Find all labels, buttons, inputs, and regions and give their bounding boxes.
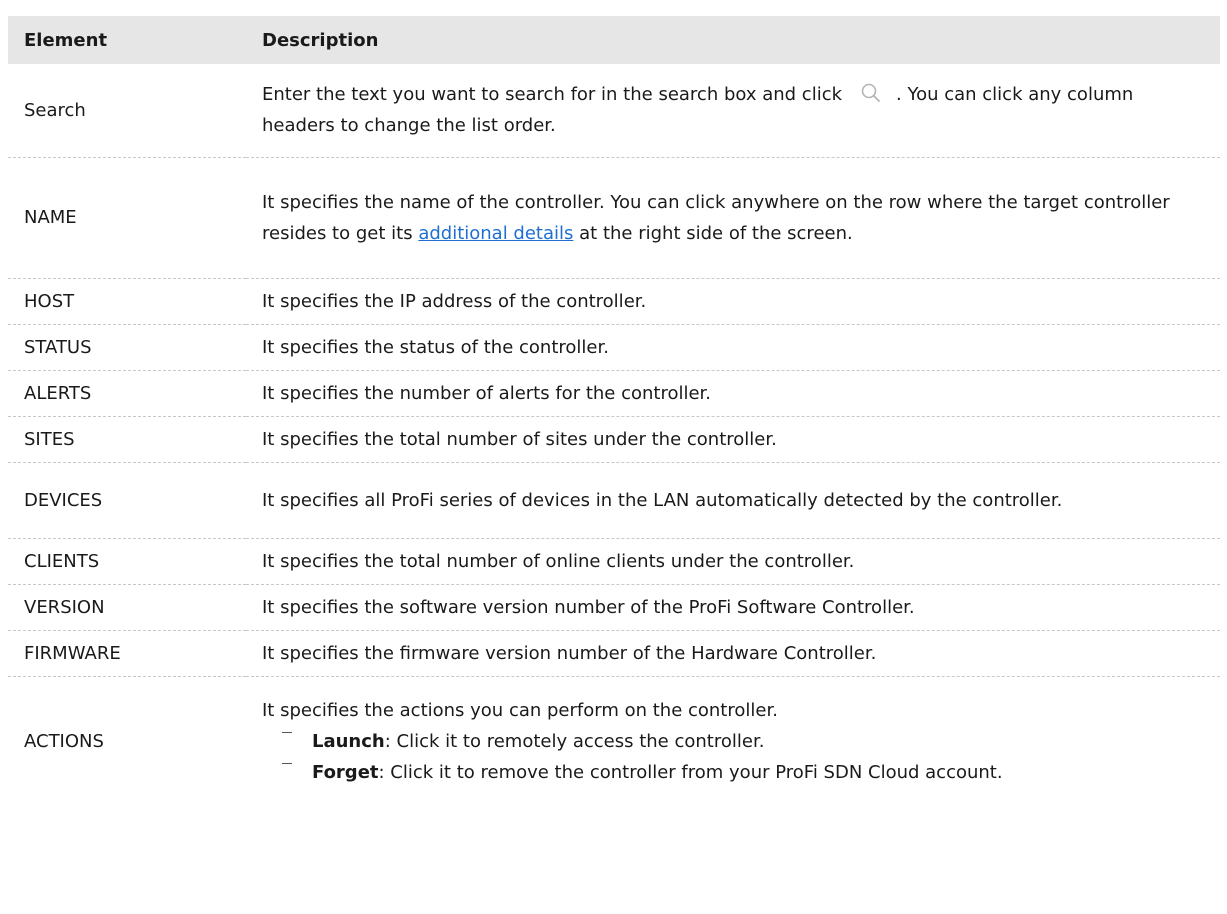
row-description: It specifies the total number of online … [246,538,1220,585]
actions-list: Launch: Click it to remotely access the … [262,726,1204,788]
description-text: at the right side of the screen. [579,222,853,244]
table-row: Search Enter the text you want to search… [8,64,1220,158]
row-description: It specifies the IP address of the contr… [246,278,1220,325]
row-element: SITES [8,416,246,463]
row-element: VERSION [8,584,246,631]
search-icon [860,82,882,104]
table-row: CLIENTS It specifies the total number of… [8,538,1220,585]
row-description: Enter the text you want to search for in… [246,64,1220,158]
list-item: Forget: Click it to remove the controlle… [282,757,1204,788]
list-item: Launch: Click it to remotely access the … [282,726,1204,757]
table-row: SITES It specifies the total number of s… [8,416,1220,463]
table-row: ACTIONS It specifies the actions you can… [8,676,1220,806]
table-header-row: Element Description [8,16,1220,64]
table-row: ALERTS It specifies the number of alerts… [8,370,1220,417]
row-element: STATUS [8,324,246,371]
row-element: FIRMWARE [8,630,246,677]
row-description: It specifies the software version number… [246,584,1220,631]
row-element: NAME [8,157,246,279]
description-text: Enter the text you want to search for in… [262,84,843,106]
row-element: ALERTS [8,370,246,417]
row-description: It specifies the actions you can perform… [246,676,1220,806]
column-header-element: Element [8,16,246,64]
table-row: FIRMWARE It specifies the firmware versi… [8,630,1220,677]
action-term-launch: Launch [312,730,385,752]
row-element: DEVICES [8,462,246,539]
row-description: It specifies the firmware version number… [246,630,1220,677]
row-description: It specifies the number of alerts for th… [246,370,1220,417]
additional-details-link[interactable]: additional details [418,223,573,244]
row-element: Search [8,64,246,158]
description-text: It specifies the actions you can perform… [262,699,778,721]
table-row: DEVICES It specifies all ProFi series of… [8,462,1220,539]
row-description: It specifies all ProFi series of devices… [246,462,1220,539]
row-element: CLIENTS [8,538,246,585]
action-text: : Click it to remove the controller from… [378,761,1003,783]
row-description: It specifies the name of the controller.… [246,157,1220,279]
table-row: NAME It specifies the name of the contro… [8,157,1220,279]
element-description-table: Element Description Search Enter the tex… [8,16,1220,806]
action-text: : Click it to remotely access the contro… [384,730,765,752]
table-row: VERSION It specifies the software versio… [8,584,1220,631]
row-element: ACTIONS [24,730,104,752]
row-element: HOST [8,278,246,325]
action-term-forget: Forget [312,761,379,783]
table-row: HOST It specifies the IP address of the … [8,278,1220,325]
column-header-description: Description [246,16,1220,64]
row-description: It specifies the total number of sites u… [246,416,1220,463]
row-description: It specifies the status of the controlle… [246,324,1220,371]
table-row: STATUS It specifies the status of the co… [8,324,1220,371]
